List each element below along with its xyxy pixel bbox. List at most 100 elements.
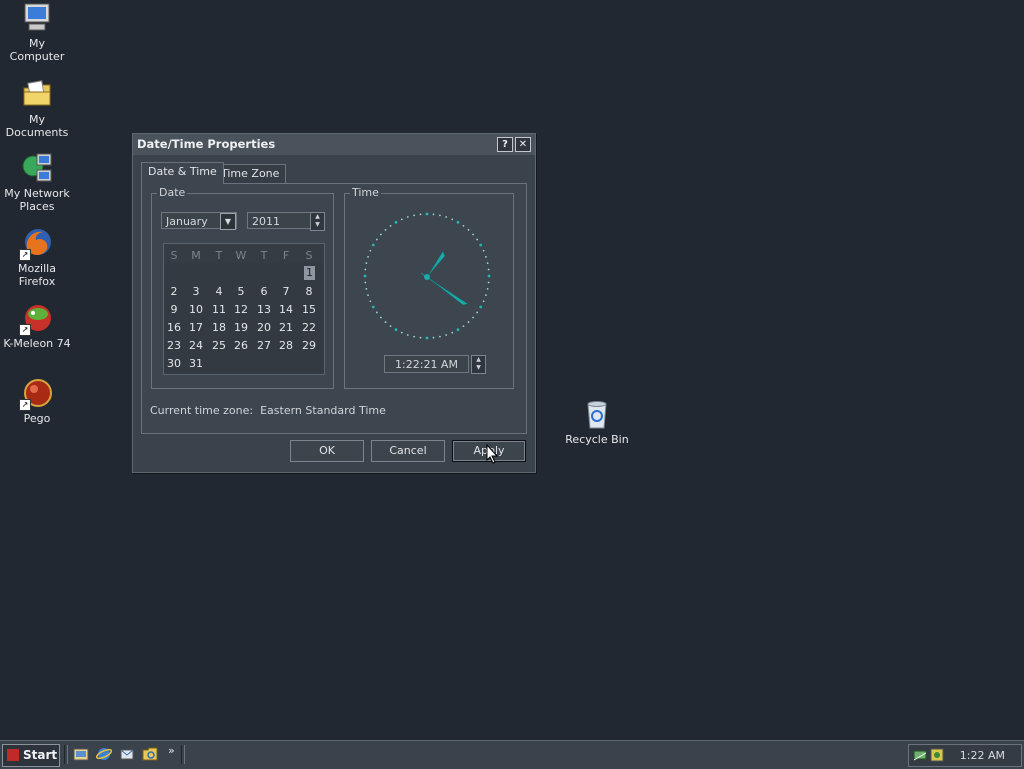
calendar-day[interactable]: 5: [230, 285, 252, 298]
internet-explorer-icon[interactable]: [96, 746, 112, 762]
time-group-label: Time: [350, 186, 381, 199]
calendar-day[interactable]: 6: [253, 285, 275, 298]
year-field[interactable]: 2011: [247, 212, 311, 229]
calendar-day[interactable]: 24: [185, 339, 207, 352]
calendar-day[interactable]: 28: [275, 339, 297, 352]
spin-up-icon[interactable]: ▲: [472, 356, 485, 364]
quicklaunch-chevron[interactable]: »: [168, 744, 175, 757]
ok-button[interactable]: OK: [290, 440, 364, 462]
calendar-weekday-label: T: [260, 249, 268, 262]
desktop-icon-label: My Computer: [9, 37, 65, 63]
time-spinner[interactable]: ▲ ▼: [471, 355, 486, 374]
k-meleon-icon: ↗: [19, 302, 53, 336]
calendar-day[interactable]: 30: [163, 357, 185, 370]
calendar-day[interactable]: 12: [230, 303, 252, 316]
calendar-day[interactable]: 11: [208, 303, 230, 316]
calendar-day[interactable]: 10: [185, 303, 207, 316]
calendar-weekday-label: F: [282, 249, 290, 262]
clock-tick: [367, 294, 369, 297]
tray-app-icon[interactable]: [930, 748, 944, 762]
taskbar-clock[interactable]: 1:22 AM: [960, 745, 1005, 766]
mouse-cursor-icon: [486, 444, 499, 464]
tab-time-zone[interactable]: Time Zone: [214, 164, 287, 184]
dialog-titlebar[interactable]: Date/Time Properties ? ✕: [133, 134, 535, 155]
desktop-icon-label: My Documents: [5, 113, 69, 139]
start-button[interactable]: Start: [2, 744, 60, 767]
desktop-icon-my-computer[interactable]: My Computer: [0, 2, 74, 63]
tab-date-time[interactable]: Date & Time: [141, 162, 224, 184]
dialog-title: Date/Time Properties: [137, 137, 276, 151]
clock-tick: [400, 331, 403, 334]
desktop-icon-label: Mozilla Firefox: [18, 262, 56, 288]
desktop-icon-pego[interactable]: ↗ Pego: [0, 377, 74, 425]
taskbar: Start » 1:22 AM: [0, 740, 1024, 769]
calendar-day[interactable]: 13: [253, 303, 275, 316]
calendar-day[interactable]: 31: [185, 357, 207, 370]
calendar-day[interactable]: 23: [163, 339, 185, 352]
calendar-day[interactable]: 8: [298, 285, 320, 298]
clock-tick: [365, 262, 368, 265]
calendar-day[interactable]: 14: [275, 303, 297, 316]
calendar-day[interactable]: 21: [275, 321, 297, 334]
desktop-icon-label: Pego: [23, 412, 51, 425]
clock-tick: [482, 249, 485, 252]
calendar-day[interactable]: 2: [163, 285, 185, 298]
clock-tick: [406, 334, 409, 336]
calendar-day[interactable]: 9: [163, 303, 185, 316]
clock-tick: [380, 233, 382, 236]
clock-tick: [487, 274, 491, 278]
year-spinner[interactable]: ▲ ▼: [310, 212, 325, 231]
help-button[interactable]: ?: [497, 137, 513, 152]
calendar-day[interactable]: 3: [185, 285, 207, 298]
clock-tick: [394, 328, 398, 332]
desktop-icon-my-network-places[interactable]: My Network Places: [0, 152, 74, 213]
clock-tick: [487, 281, 490, 284]
calendar-day[interactable]: 7: [275, 285, 297, 298]
calendar-day[interactable]: 29: [298, 339, 320, 352]
year-value: 2011: [252, 215, 280, 228]
windows-explorer-icon[interactable]: [142, 746, 158, 762]
close-button[interactable]: ✕: [515, 137, 531, 152]
calendar-day[interactable]: 18: [208, 321, 230, 334]
calendar-day[interactable]: 1: [304, 266, 315, 280]
cancel-button[interactable]: Cancel: [371, 440, 445, 462]
network-tray-icon[interactable]: [913, 748, 927, 762]
calendar-day[interactable]: 20: [253, 321, 275, 334]
desktop-icon-recycle-bin[interactable]: Recycle Bin: [560, 398, 634, 446]
clock-tick: [451, 218, 454, 221]
shortcut-arrow-icon: ↗: [19, 324, 31, 336]
clock-tick: [389, 224, 392, 227]
calendar-day[interactable]: 17: [185, 321, 207, 334]
spin-up-icon[interactable]: ▲: [311, 213, 324, 221]
show-desktop-icon[interactable]: [73, 746, 89, 762]
clock-tick: [432, 213, 435, 216]
desktop-icon-label: Recycle Bin: [565, 433, 629, 446]
calendar-weekday-label: T: [215, 249, 223, 262]
clock-tick: [406, 216, 409, 218]
desktop-icon-my-documents[interactable]: My Documents: [0, 78, 74, 139]
desktop-icon-k-meleon[interactable]: ↗ K-Meleon 74: [0, 302, 74, 350]
calendar-weekday-label: W: [235, 249, 247, 262]
clock-tick: [456, 328, 460, 332]
chevron-down-icon[interactable]: ▼: [220, 213, 236, 230]
calendar-day[interactable]: 19: [230, 321, 252, 334]
spin-down-icon[interactable]: ▼: [311, 221, 324, 229]
calendar-day[interactable]: 26: [230, 339, 252, 352]
clock-tick: [438, 335, 441, 338]
clock-tick: [364, 281, 367, 284]
clock-tick: [476, 238, 479, 241]
time-field[interactable]: 1:22:21 AM: [384, 355, 469, 373]
calendar-day[interactable]: 22: [298, 321, 320, 334]
clock-tick: [369, 300, 372, 303]
outlook-express-icon[interactable]: [119, 746, 135, 762]
calendar-day[interactable]: 16: [163, 321, 185, 334]
spin-down-icon[interactable]: ▼: [472, 364, 485, 372]
clock-tick: [487, 268, 490, 271]
calendar-day[interactable]: 15: [298, 303, 320, 316]
calendar-day[interactable]: 25: [208, 339, 230, 352]
desktop-icon-mozilla-firefox[interactable]: ↗ Mozilla Firefox: [0, 227, 74, 288]
clock-tick: [375, 311, 378, 314]
clock-tick: [384, 229, 387, 231]
calendar-day[interactable]: 27: [253, 339, 275, 352]
calendar-day[interactable]: 4: [208, 285, 230, 298]
